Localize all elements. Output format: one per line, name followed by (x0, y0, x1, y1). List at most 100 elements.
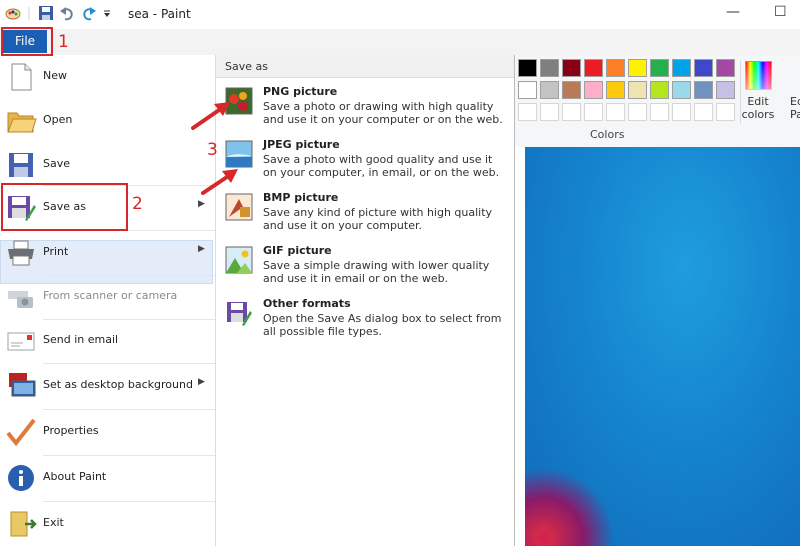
maximize-button[interactable]: ☐ (774, 4, 787, 20)
option-title: Other formats (263, 297, 351, 310)
customize-dropdown-icon[interactable] (102, 5, 112, 21)
menu-item-about-paint[interactable]: About Paint (0, 456, 215, 500)
empty-color-swatch[interactable] (584, 103, 603, 121)
empty-color-swatch[interactable] (628, 103, 647, 121)
color-swatch[interactable] (518, 81, 537, 99)
color-swatch[interactable] (540, 81, 559, 99)
submenu-arrow-icon: ▶ (198, 244, 205, 254)
menu-item-from-scanner[interactable]: From scanner or camera (0, 275, 215, 319)
color-swatch[interactable] (694, 81, 713, 99)
option-description: Save a photo with good quality and use i… (263, 153, 500, 179)
menu-item-label: Open (43, 113, 73, 126)
color-swatch[interactable] (584, 59, 603, 77)
menu-item-label: Save (43, 157, 71, 170)
save-option-png[interactable]: PNG picture Save a photo or drawing with… (216, 83, 514, 135)
color-swatch[interactable] (562, 81, 581, 99)
menu-separator (43, 501, 215, 502)
save-icon[interactable] (38, 5, 54, 21)
color-swatch[interactable] (606, 81, 625, 99)
color-swatch[interactable] (628, 59, 647, 77)
option-description: Open the Save As dialog box to select fr… (263, 312, 502, 338)
color-swatch[interactable] (672, 59, 691, 77)
menu-item-label: From scanner or camera (43, 289, 178, 302)
save-option-bmp[interactable]: BMP picture Save any kind of picture wit… (216, 189, 514, 241)
edit-colors-icon-shade (745, 61, 772, 90)
menu-item-label: Exit (43, 516, 64, 529)
annotation-number-1: 1 (58, 32, 69, 52)
empty-color-swatch[interactable] (518, 103, 537, 121)
empty-color-swatch[interactable] (650, 103, 669, 121)
empty-color-swatch[interactable] (606, 103, 625, 121)
option-description: Save a photo or drawing with high qualit… (263, 100, 503, 126)
annotation-box-file (1, 27, 53, 56)
color-swatch[interactable] (672, 81, 691, 99)
ribbon-tab-row (0, 29, 800, 56)
color-swatch[interactable] (562, 59, 581, 77)
menu-item-label: About Paint (43, 470, 107, 483)
option-title: PNG picture (263, 85, 338, 98)
desktop-background-icon (9, 373, 36, 397)
save-option-jpeg[interactable]: JPEG picture Save a photo with good qual… (216, 136, 514, 188)
option-title: GIF picture (263, 244, 332, 257)
menu-separator (43, 275, 215, 276)
other-formats-icon (227, 302, 252, 326)
colors-group-label: Colors (590, 128, 625, 141)
color-swatch[interactable] (628, 81, 647, 99)
save-as-panel: Save as PNG picture Save a photo or draw… (215, 55, 515, 546)
drawing-canvas[interactable] (515, 147, 800, 546)
color-swatch[interactable] (716, 59, 735, 77)
color-swatch[interactable] (694, 59, 713, 77)
menu-item-label: Print (43, 245, 69, 258)
menu-item-open[interactable]: Open (0, 99, 215, 143)
redo-icon[interactable] (81, 5, 97, 21)
menu-item-send-email[interactable]: Send in email (0, 319, 215, 363)
new-file-icon (11, 63, 32, 91)
menu-item-save[interactable]: Save (0, 143, 215, 187)
color-swatch[interactable] (606, 59, 625, 77)
title-bar: sea - Paint — ☐ (0, 0, 800, 29)
empty-color-swatch[interactable] (540, 103, 559, 121)
save-option-other-formats[interactable]: Other formats Open the Save As dialog bo… (216, 295, 514, 347)
save-option-gif[interactable]: GIF picture Save a simple drawing with l… (216, 242, 514, 294)
option-title: BMP picture (263, 191, 339, 204)
menu-item-label: Send in email (43, 333, 119, 346)
empty-color-swatch[interactable] (694, 103, 713, 121)
menu-item-label: Properties (43, 424, 99, 437)
checkmark-icon (6, 418, 36, 447)
menu-item-exit[interactable]: Exit (0, 502, 215, 546)
exit-icon (10, 511, 37, 537)
edit-colors-button-label[interactable]: Edit colors (741, 95, 775, 121)
menu-item-properties[interactable]: Properties (0, 410, 215, 454)
annotation-number-2: 2 (132, 194, 143, 214)
empty-color-swatch[interactable] (562, 103, 581, 121)
gif-picture-icon (225, 246, 253, 274)
menu-separator (43, 409, 215, 410)
paint-app-icon[interactable] (5, 5, 21, 21)
open-folder-icon (7, 112, 37, 133)
empty-color-swatch[interactable] (716, 103, 735, 121)
separator-icon (28, 7, 30, 20)
menu-item-new[interactable]: New (0, 55, 215, 99)
color-swatch[interactable] (518, 59, 537, 77)
undo-icon[interactable] (59, 5, 75, 21)
menu-separator (43, 319, 215, 320)
menu-item-label: Set as desktop background (43, 378, 193, 391)
color-swatch[interactable] (584, 81, 603, 99)
color-swatch[interactable] (650, 59, 669, 77)
edit-with-paint-3d-label[interactable]: Ed Pa (790, 95, 800, 121)
color-swatch[interactable] (716, 81, 735, 99)
email-icon (7, 332, 35, 351)
minimize-button[interactable]: — (726, 4, 740, 20)
save-disk-icon (9, 153, 33, 177)
menu-item-label: New (43, 69, 67, 82)
menu-item-print[interactable]: Print ▶ (0, 231, 215, 275)
menu-item-set-desktop-background[interactable]: Set as desktop background ▶ (0, 364, 215, 408)
color-swatch[interactable] (540, 59, 559, 77)
menu-separator (43, 363, 215, 364)
canvas-margin (515, 147, 525, 546)
annotation-arrows (191, 102, 238, 195)
empty-color-swatch[interactable] (672, 103, 691, 121)
option-description: Save a simple drawing with lower quality… (263, 259, 490, 285)
color-swatch[interactable] (650, 81, 669, 99)
annotation-box-save-as (1, 183, 128, 231)
